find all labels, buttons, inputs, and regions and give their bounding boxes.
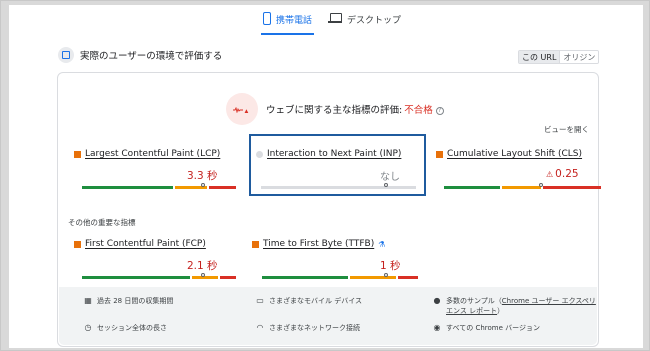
device-tabs: 携帯電話 デスクトップ xyxy=(9,5,643,35)
tab-mobile-label: 携帯電話 xyxy=(276,16,313,26)
metric-lcp-distribution-bar xyxy=(82,186,236,189)
chrome-icon: ◉ xyxy=(433,323,441,332)
help-icon[interactable]: ? xyxy=(435,107,444,115)
crux-icon xyxy=(58,47,74,63)
metric-cls-value: 0.25 xyxy=(555,168,579,180)
footer-devices: ▭ さまざまなモバイル デバイス xyxy=(256,296,362,306)
inp-highlight-box xyxy=(249,134,426,196)
metric-ttfb-link[interactable]: Time to First Byte (TTFB) xyxy=(263,239,374,249)
assessment-status: 不合格 xyxy=(404,105,433,116)
footer-chrome: ◉ すべての Chrome バージョン xyxy=(433,323,541,333)
metric-ttfb: Time to First Byte (TTFB) ⚗ 1 秒 xyxy=(252,239,422,283)
metric-lcp-value: 3.3 秒 xyxy=(187,170,218,182)
footer-network: ◠ さまざまなネットワーク接続 xyxy=(256,323,361,333)
tab-desktop-label: デスクトップ xyxy=(347,16,402,26)
metric-lcp-marker xyxy=(201,183,205,187)
devices-icon: ▭ xyxy=(256,296,264,305)
needs-improvement-square-icon xyxy=(74,240,81,248)
footer-devices-text: さまざまなモバイル デバイス xyxy=(269,297,363,305)
tab-mobile[interactable]: 携帯電話 xyxy=(260,12,315,35)
metric-fcp-marker xyxy=(201,273,205,277)
origin-button[interactable]: オリジン xyxy=(559,51,599,63)
footer-period-text: 過去 28 日間の収集期間 xyxy=(97,297,174,305)
metric-fcp-value: 2.1 秒 xyxy=(187,260,218,272)
other-metrics-heading: その他の重要な指標 xyxy=(68,218,136,227)
footer-network-text: さまざまなネットワーク接続 xyxy=(269,324,360,332)
section-title: 実際のユーザーの環境で評価する xyxy=(80,51,223,62)
screenshot-frame: 携帯電話 デスクトップ 実際のユーザーの環境で評価する この URL オリジン … xyxy=(0,0,650,351)
laptop-icon xyxy=(328,13,342,23)
wifi-icon: ◠ xyxy=(256,323,264,332)
metric-fcp-link[interactable]: First Contentful Paint (FCP) xyxy=(85,239,206,249)
metric-ttfb-distribution-bar xyxy=(262,276,418,279)
footer-samples-prefix: 多数のサンプル（ xyxy=(446,297,502,305)
footer-samples: ● 多数のサンプル（Chrome ユーザー エクスペリエンス レポート） xyxy=(433,296,597,316)
expand-view-link[interactable]: ビューを開く xyxy=(544,124,589,135)
footer-chrome-text: すべての Chrome バージョン xyxy=(446,324,540,332)
phone-icon xyxy=(263,12,271,25)
data-source-footer: ▦ 過去 28 日間の収集期間 ▭ さまざまなモバイル デバイス ● 多数のサン… xyxy=(59,287,597,345)
needs-improvement-square-icon xyxy=(436,150,443,158)
metric-ttfb-marker xyxy=(384,273,388,277)
metric-cls-link[interactable]: Cumulative Layout Shift (CLS) xyxy=(447,149,582,159)
tab-desktop[interactable]: デスクトップ xyxy=(328,13,401,35)
metric-cls: Cumulative Layout Shift (CLS) ⚠ 0.25 xyxy=(436,149,601,193)
metric-fcp-distribution-bar xyxy=(82,276,236,279)
needs-improvement-square-icon xyxy=(252,240,259,248)
metric-fcp: First Contentful Paint (FCP) 2.1 秒 xyxy=(74,239,236,283)
warning-icon: ⚠ xyxy=(546,170,554,179)
experimental-flask-icon: ⚗ xyxy=(378,239,386,249)
metric-cls-marker xyxy=(539,183,543,187)
metric-cls-distribution-bar xyxy=(444,186,601,189)
failed-assessment-icon: ▲ xyxy=(226,93,258,125)
footer-session: ◷ セッション全体の長さ xyxy=(84,323,168,333)
calendar-icon: ▦ xyxy=(84,296,92,305)
pagespeed-panel: 携帯電話 デスクトップ 実際のユーザーの環境で評価する この URL オリジン … xyxy=(9,5,643,348)
assessment-label: ウェブに関する主な指標の評価: xyxy=(266,105,403,116)
metric-cls-value-wrap: ⚠ 0.25 xyxy=(546,168,579,180)
stopwatch-icon: ◷ xyxy=(84,323,92,332)
footer-samples-text: 多数のサンプル（Chrome ユーザー エクスペリエンス レポート） xyxy=(446,296,597,316)
footer-session-text: セッション全体の長さ xyxy=(97,324,167,332)
footer-samples-suffix: ） xyxy=(497,307,505,315)
metric-lcp: Largest Contentful Paint (LCP) 3.3 秒 xyxy=(74,149,236,193)
metric-lcp-link[interactable]: Largest Contentful Paint (LCP) xyxy=(85,149,220,159)
field-data-card: ▲ ウェブに関する主な指標の評価: 不合格? ビューを開く Largest Con… xyxy=(57,72,601,347)
svg-text:▲: ▲ xyxy=(245,108,249,113)
needs-improvement-square-icon xyxy=(74,150,81,158)
people-icon: ● xyxy=(433,296,441,305)
metric-ttfb-value: 1 秒 xyxy=(380,260,401,272)
this-url-button[interactable]: この URL xyxy=(519,51,560,63)
url-origin-toggle[interactable]: この URL オリジン xyxy=(518,50,600,64)
cwv-assessment: ウェブに関する主な指標の評価: 不合格? xyxy=(266,102,444,116)
footer-period: ▦ 過去 28 日間の収集期間 xyxy=(84,296,173,306)
